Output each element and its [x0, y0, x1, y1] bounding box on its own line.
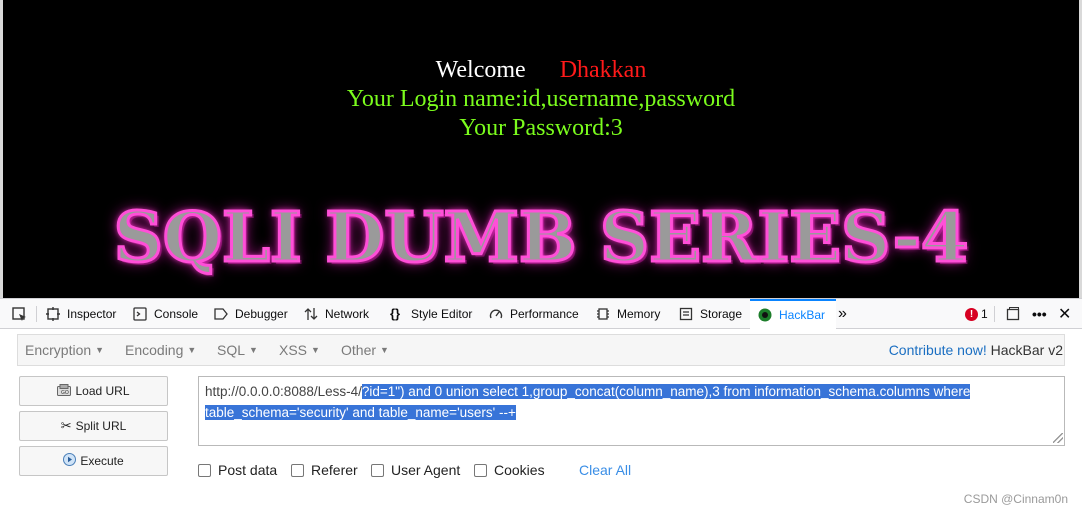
console-icon — [133, 307, 147, 321]
menu-other[interactable]: Other ▼ — [341, 342, 389, 358]
tab-label: HackBar — [779, 308, 826, 322]
checkbox-box[interactable] — [291, 463, 304, 477]
checkbox-box[interactable] — [198, 463, 211, 477]
load-url-button[interactable]: GO Load URL — [19, 376, 168, 406]
play-icon — [63, 453, 77, 469]
tab-label: Memory — [617, 307, 661, 321]
checkbox-label: Cookies — [494, 462, 545, 478]
tab-label: Debugger — [235, 307, 288, 321]
checkbox-label: Referer — [311, 462, 358, 478]
close-icon[interactable]: ✕ — [1058, 299, 1071, 329]
error-count: 1 — [981, 307, 988, 321]
hackbar-brand: HackBar v2 — [990, 342, 1063, 358]
contribute-link[interactable]: Contribute now! HackBar v2 — [889, 342, 1063, 358]
split-url-label: Split URL — [75, 419, 127, 433]
tab-memory[interactable]: Memory — [596, 299, 660, 329]
execute-label: Execute — [80, 454, 124, 468]
storage-icon — [679, 307, 693, 321]
watermark: CSDN @Cinnam0n — [963, 492, 1068, 506]
hackbar-icon — [758, 308, 772, 322]
tab-network[interactable]: Network — [304, 299, 369, 329]
sqli-banner-logo: SQLI DUMB SERIES-4 — [112, 197, 970, 280]
tab-inspector[interactable]: Inspector — [46, 299, 116, 329]
dock-side-icon[interactable] — [1006, 299, 1020, 329]
devtools-toolbar: Inspector Console Debugger Network {} St… — [0, 298, 1082, 329]
inspector-icon — [46, 307, 60, 321]
tab-style-editor[interactable]: {} Style Editor — [390, 299, 472, 329]
web-page-content: Welcome Dhakkan Your Login name:id,userna… — [0, 0, 1082, 298]
menu-label: SQL — [217, 342, 246, 358]
tab-label: Inspector — [67, 307, 117, 321]
cookies-checkbox[interactable]: Cookies — [474, 462, 545, 478]
tab-debugger[interactable]: Debugger — [214, 299, 288, 329]
checkbox-label: User Agent — [391, 462, 461, 478]
tab-console[interactable]: Console — [133, 299, 198, 329]
user-agent-checkbox[interactable]: User Agent — [371, 462, 460, 478]
menu-encryption[interactable]: Encryption ▼ — [25, 342, 104, 358]
password-text: Your Password:3 — [459, 115, 623, 141]
load-url-label: Load URL — [75, 384, 130, 398]
url-textarea[interactable]: http://0.0.0.0:8088/Less-4/?id=1") and 0… — [198, 376, 1065, 446]
caret-down-icon: ▼ — [380, 345, 389, 355]
checkbox-label: Post data — [218, 462, 278, 478]
svg-text:GO: GO — [61, 390, 69, 396]
url-base-text: http://0.0.0.0:8088/Less-4/ — [205, 384, 362, 399]
split-url-button[interactable]: ✂ Split URL — [19, 411, 168, 441]
tab-storage[interactable]: Storage — [679, 299, 742, 329]
tab-performance[interactable]: Performance — [489, 299, 579, 329]
welcome-text: Welcome — [435, 57, 526, 83]
menu-sql[interactable]: SQL ▼ — [217, 342, 258, 358]
style-editor-icon: {} — [390, 306, 401, 321]
menu-encoding[interactable]: Encoding ▼ — [125, 342, 196, 358]
menu-xss[interactable]: XSS ▼ — [279, 342, 320, 358]
contribute-text: Contribute now! — [888, 342, 987, 358]
execute-button[interactable]: Execute — [19, 446, 168, 476]
referer-checkbox[interactable]: Referer — [291, 462, 358, 478]
tab-label: Console — [154, 307, 199, 321]
debugger-icon — [214, 307, 228, 321]
overflow-menu-icon[interactable]: ••• — [1032, 299, 1047, 329]
error-icon: ! — [965, 307, 978, 321]
menu-label: Encryption — [25, 342, 92, 358]
caret-down-icon: ▼ — [311, 345, 320, 355]
scissors-icon: ✂ — [60, 418, 72, 433]
caret-down-icon: ▼ — [249, 345, 258, 355]
memory-icon — [596, 307, 610, 321]
caret-down-icon: ▼ — [95, 345, 105, 355]
username-text: Dhakkan — [559, 57, 647, 83]
tab-label: Network — [325, 307, 370, 321]
menu-label: Encoding — [125, 342, 184, 358]
menu-label: XSS — [279, 342, 308, 358]
tab-hackbar[interactable]: HackBar — [750, 299, 836, 329]
hackbar-menu-bar: Encryption ▼ Encoding ▼ SQL ▼ XSS ▼ Other ▼ C… — [17, 334, 1065, 366]
performance-icon — [489, 307, 503, 321]
checkbox-box[interactable] — [474, 463, 487, 477]
tab-label: Storage — [700, 307, 743, 321]
login-name-text: Your Login name:id,username,password — [346, 86, 736, 112]
clear-all-link[interactable]: Clear All — [579, 462, 631, 478]
menu-label: Other — [341, 342, 377, 358]
load-url-icon: GO — [57, 383, 72, 399]
resize-handle-icon[interactable] — [1053, 433, 1063, 443]
tab-label: Style Editor — [411, 307, 473, 321]
element-picker-icon[interactable] — [12, 299, 27, 329]
more-tabs-chevron-icon[interactable]: » — [838, 299, 847, 329]
caret-down-icon: ▼ — [187, 345, 197, 355]
network-icon — [304, 307, 318, 321]
checkbox-box[interactable] — [371, 463, 384, 477]
tab-label: Performance — [510, 307, 579, 321]
welcome-line: Welcome Dhakkan — [3, 57, 1079, 84]
error-count-badge[interactable]: ! 1 — [965, 299, 988, 329]
post-data-checkbox[interactable]: Post data — [198, 462, 277, 478]
